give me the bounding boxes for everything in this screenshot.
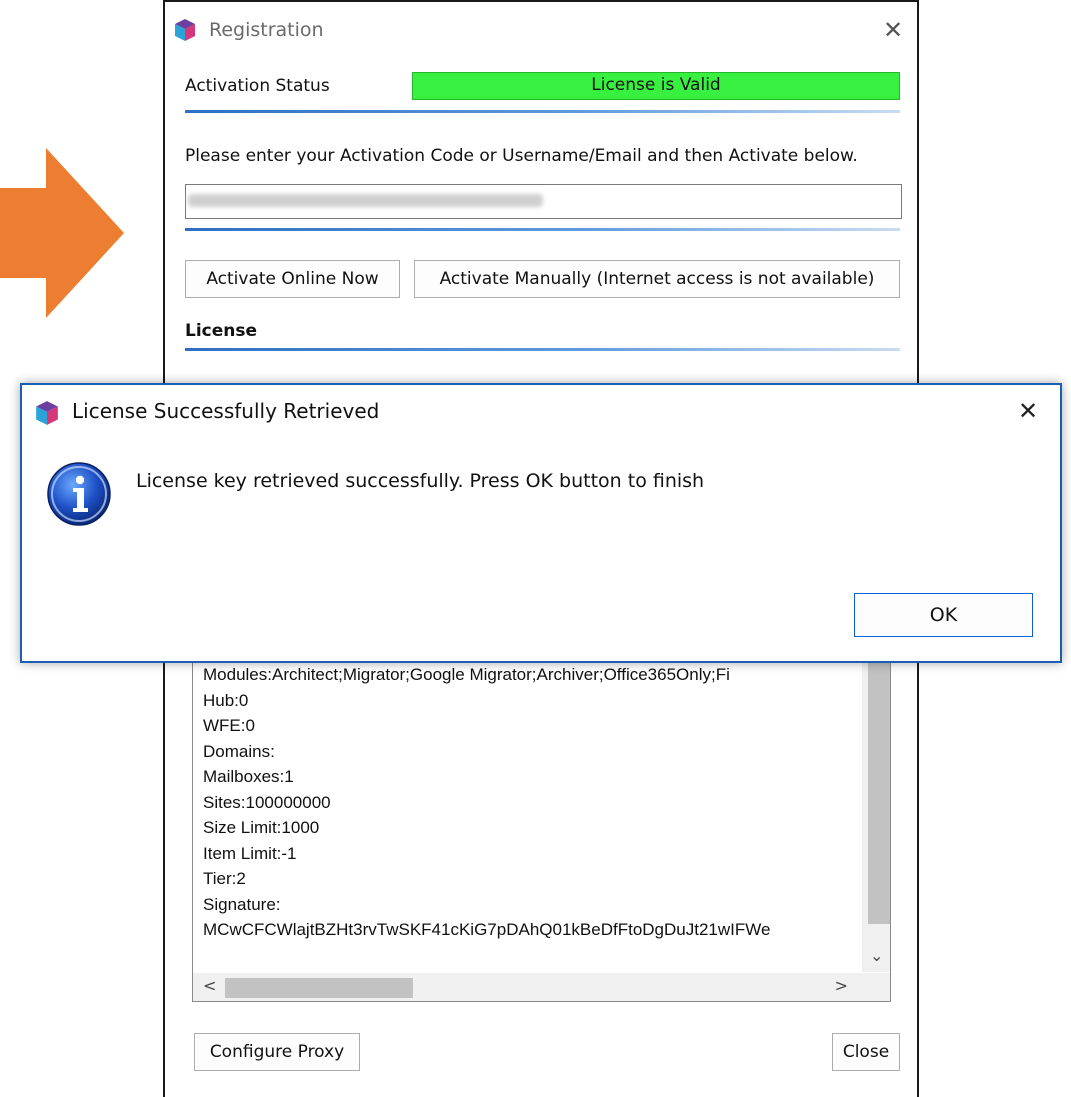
activate-online-button[interactable]: Activate Online Now xyxy=(185,260,400,298)
app-logo-icon xyxy=(175,19,195,41)
window-title: Registration xyxy=(209,19,324,41)
app-logo-icon xyxy=(36,401,58,425)
license-line: WFE:0 xyxy=(203,716,255,735)
ok-button[interactable]: OK xyxy=(854,593,1033,637)
chevron-down-icon[interactable]: ⌄ xyxy=(870,946,883,965)
scrollbar-corner xyxy=(862,973,890,1001)
activate-manually-button[interactable]: Activate Manually (Internet access is no… xyxy=(414,260,900,298)
chevron-left-icon[interactable]: < xyxy=(203,976,216,995)
dialog-title: License Successfully Retrieved xyxy=(72,399,380,423)
chevron-right-icon[interactable]: > xyxy=(835,976,848,995)
close-button[interactable]: Close xyxy=(832,1033,900,1071)
vertical-scrollbar[interactable]: ⌄ xyxy=(862,656,890,972)
license-line: Mailboxes:1 xyxy=(203,767,294,786)
license-line: Modules:Architect;Migrator;Google Migrat… xyxy=(203,665,730,684)
redacted-code xyxy=(188,194,543,207)
instruction-text: Please enter your Activation Code or Use… xyxy=(185,146,858,166)
dialog-message: License key retrieved successfully. Pres… xyxy=(136,470,705,492)
configure-proxy-button[interactable]: Configure Proxy xyxy=(194,1033,360,1071)
license-retrieved-dialog: License Successfully Retrieved ✕ License… xyxy=(20,383,1062,663)
activation-code-input[interactable] xyxy=(185,184,902,219)
vertical-scroll-thumb[interactable] xyxy=(868,656,890,924)
license-line: Tier:2 xyxy=(203,869,246,888)
license-heading: License xyxy=(185,321,258,341)
horizontal-scrollbar[interactable]: < > xyxy=(193,973,862,1001)
license-line: Signature: xyxy=(203,894,281,914)
status-badge: License is Valid xyxy=(412,72,900,100)
close-icon[interactable]: ✕ xyxy=(1018,399,1038,423)
license-line: MCwCFCWlajtBZHt3rvTwSKF41cKiG7pDAhQ01kBe… xyxy=(203,920,771,939)
license-line: Domains: xyxy=(203,741,275,761)
license-line: Hub:0 xyxy=(203,690,249,710)
info-icon xyxy=(47,462,111,526)
separator xyxy=(185,110,900,113)
close-icon[interactable]: ✕ xyxy=(883,18,903,42)
activation-status-label: Activation Status xyxy=(185,76,330,96)
license-line: Size Limit:1000 xyxy=(203,818,320,837)
arrow-right-icon xyxy=(0,148,124,318)
license-lines: Modules:Architect;Migrator;Google Migrat… xyxy=(203,662,860,943)
license-line: Item Limit:-1 xyxy=(203,843,297,863)
license-textarea[interactable]: Modules:Architect;Migrator;Google Migrat… xyxy=(192,655,891,1002)
separator xyxy=(185,228,900,231)
separator xyxy=(185,348,900,351)
license-line: Sites:100000000 xyxy=(203,792,331,812)
horizontal-scroll-thumb[interactable] xyxy=(225,978,413,998)
